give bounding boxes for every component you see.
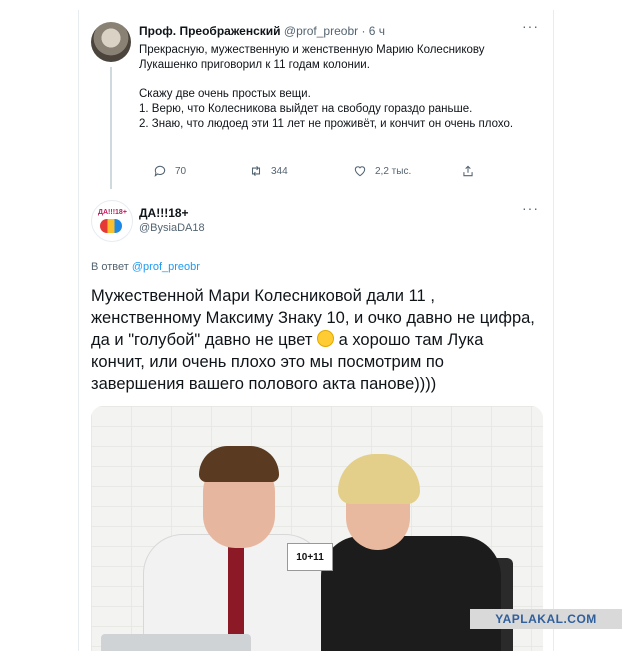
author-handle[interactable]: @prof_preobr (284, 24, 358, 38)
reply-button[interactable]: 70 (153, 164, 186, 178)
laughing-emoji-icon (317, 330, 334, 347)
like-count: 2,2 тыс. (375, 165, 412, 177)
avatar[interactable] (91, 22, 131, 62)
avatar-logo-image (100, 219, 122, 233)
more-icon[interactable]: ··· (522, 18, 539, 34)
tweet-text: Мужественной Мари Колесниковой дали 11 ,… (91, 285, 541, 395)
tweet-original[interactable]: Проф. Преображенский @prof_preobr · 6 ч … (79, 10, 553, 192)
tweet-reply[interactable]: ДА!!!18+ ДА!!!18+ @BysiaDA18 ··· В ответ… (79, 192, 553, 651)
author-name[interactable]: ДА!!!18+ (139, 206, 189, 220)
thread-line (110, 67, 112, 189)
photo-sign: 10+11 (287, 543, 333, 571)
avatar-logo-text: ДА!!!18+ (98, 209, 127, 216)
tweet-actions: 70 344 2,2 тыс. (139, 164, 539, 180)
tweet-thread: Проф. Преображенский @prof_preobr · 6 ч … (78, 10, 554, 651)
tweet-text: Прекрасную, мужественную и женственную М… (139, 43, 539, 132)
share-button[interactable] (461, 164, 475, 178)
reply-to-link[interactable]: @prof_preobr (132, 261, 200, 273)
share-icon (463, 165, 473, 177)
retweet-icon (251, 165, 261, 177)
watermark: YAPLAKAL.COM (470, 609, 622, 629)
photo-laptop (101, 634, 251, 651)
retweet-button[interactable]: 344 (249, 164, 288, 178)
author-handle[interactable]: @BysiaDA18 (139, 222, 205, 234)
like-button[interactable]: 2,2 тыс. (353, 164, 411, 178)
tweet-paragraph: Прекрасную, мужественную и женственную М… (139, 44, 485, 71)
avatar[interactable]: ДА!!!18+ (91, 200, 133, 242)
reply-icon (154, 165, 166, 177)
more-icon[interactable]: ··· (522, 200, 539, 216)
tweet-paragraph: Скажу две очень простых вещи. 1. Верю, ч… (139, 88, 514, 130)
tweet-header: Проф. Преображенский @prof_preobr · 6 ч (139, 24, 385, 38)
photo-woman-body (321, 536, 501, 651)
reply-count: 70 (175, 165, 187, 177)
reply-prefix: В ответ (91, 261, 129, 273)
tweet-time[interactable]: · 6 ч (361, 24, 385, 38)
author-name[interactable]: Проф. Преображенский (139, 24, 281, 38)
reply-context: В ответ @prof_preobr (91, 261, 200, 273)
photo-man-hair (199, 446, 279, 482)
retweet-count: 344 (271, 165, 288, 177)
heart-icon (354, 166, 366, 177)
